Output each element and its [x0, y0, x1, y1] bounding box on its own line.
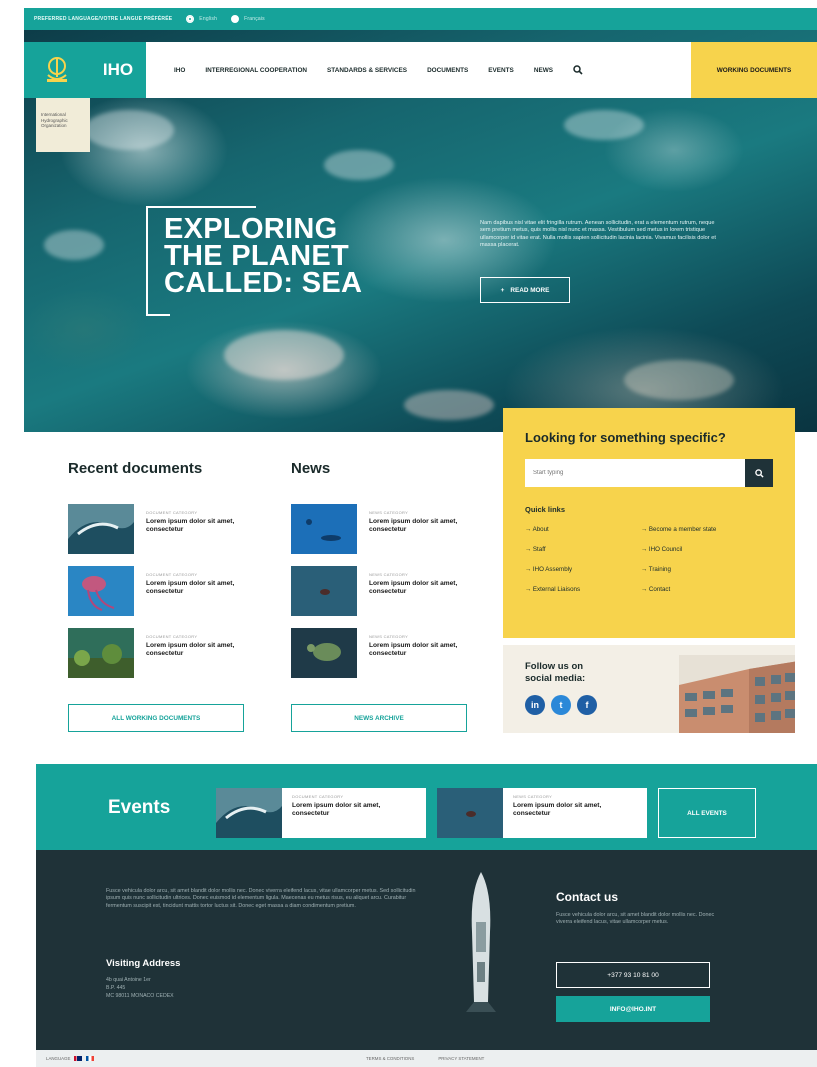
wave-thumbnail [68, 504, 134, 554]
visiting-address-title: Visiting Address [106, 958, 181, 969]
language-switcher: LANGUAGE [46, 1056, 95, 1061]
wave-thumbnail [216, 788, 282, 838]
footer: Fusce vehicula dolor arcu, sit amet blan… [36, 850, 817, 1050]
org-label: International Hydrographic Organization [36, 98, 90, 152]
search-input[interactable] [525, 459, 745, 487]
contact-title: Contact us [556, 890, 619, 904]
fish-thumbnail [291, 566, 357, 616]
iho-logo[interactable] [24, 42, 90, 98]
terms-link[interactable]: TERMS & CONDITIONS [366, 1056, 414, 1061]
page: PREFERRED LANGUAGE/VOTRE LANGUE PRÉFÉRÉE… [24, 8, 817, 1067]
quick-links-title: Quick links [525, 505, 566, 514]
contact-text: Fusce vehicula dolor arcu, sit amet blan… [556, 912, 715, 926]
search-button[interactable] [745, 459, 773, 487]
hero-title: EXPLORING THE PLANET CALLED: SEA [164, 213, 363, 299]
list-item[interactable]: DOCUMENT CATEGORY Lorem ipsum dolor sit a… [68, 504, 258, 554]
social-label: Follow us on social media: [525, 661, 586, 684]
list-item[interactable]: NEWS CATEGORY Lorem ipsum dolor sit amet,… [291, 566, 481, 616]
nav-item-iho[interactable]: IHO [174, 67, 185, 74]
facebook-icon[interactable]: f [577, 695, 597, 715]
bottom-bar: LANGUAGE TERMS & CONDITIONS PRIVACY STAT… [36, 1050, 817, 1067]
language-label: PREFERRED LANGUAGE/VOTRE LANGUE PRÉFÉRÉE [34, 16, 173, 22]
news-archive-button[interactable]: NEWS ARCHIVE [291, 704, 467, 732]
quick-link-council[interactable]: IHO Council [641, 546, 771, 553]
nav-item-news[interactable]: NEWS [534, 67, 553, 74]
building-photo [679, 655, 795, 733]
language-bar: PREFERRED LANGUAGE/VOTRE LANGUE PRÉFÉRÉE… [24, 8, 817, 30]
search-icon [754, 468, 764, 478]
turtle-thumbnail [291, 628, 357, 678]
quick-links: About Become a member state Staff IHO Co… [525, 526, 773, 593]
fish-thumbnail [437, 788, 503, 838]
linkedin-icon[interactable]: in [525, 695, 545, 715]
hero-text: Nam dapibus nisl vitae elit fringilla ru… [480, 220, 716, 249]
events-title: Events [108, 797, 171, 818]
event-card[interactable]: NEWS CATEGORY Lorem ipsum dolor sit amet,… [437, 788, 647, 838]
social-panel: Follow us on social media: in t f [503, 645, 795, 733]
nav-links: IHO INTERREGIONAL COOPERATION STANDARDS … [146, 42, 691, 98]
list-item[interactable]: DOCUMENT CATEGORY Lorem ipsum dolor sit a… [68, 566, 258, 616]
search-icon[interactable] [573, 65, 583, 75]
event-card[interactable]: DOCUMENT CATEGORY Lorem ipsum dolor sit a… [216, 788, 426, 838]
radio-selected-icon[interactable] [186, 15, 195, 23]
coral-reef-thumbnail [68, 628, 134, 678]
france-flag-icon[interactable] [86, 1056, 95, 1061]
quick-link-contact[interactable]: Contact [641, 586, 771, 593]
list-item[interactable]: DOCUMENT CATEGORY Lorem ipsum dolor sit a… [68, 628, 258, 678]
quick-link-liaisons[interactable]: External Liaisons [525, 586, 641, 593]
search-panel: Looking for something specific? Quick li… [503, 408, 795, 638]
uk-flag-icon[interactable] [74, 1056, 83, 1061]
all-working-documents-button[interactable]: ALL WORKING DOCUMENTS [68, 704, 244, 732]
jellyfish-thumbnail [68, 566, 134, 616]
radio-icon[interactable] [231, 15, 240, 23]
quick-link-assembly[interactable]: IHO Assembly [525, 566, 641, 573]
footer-links: TERMS & CONDITIONS PRIVACY STATEMENT [366, 1056, 484, 1061]
all-events-button[interactable]: ALL EVENTS [658, 788, 756, 838]
ship-photo [466, 872, 496, 1012]
quick-link-member-state[interactable]: Become a member state [641, 526, 771, 533]
news-title: News [291, 460, 331, 477]
language-option-english[interactable]: English [186, 15, 217, 23]
twitter-icon[interactable]: t [551, 695, 571, 715]
recent-documents-title: Recent documents [68, 460, 203, 477]
visiting-address: 4b quai Antoine 1er B.P. 445 MC 98011 MO… [106, 977, 174, 999]
nav-item-standards[interactable]: STANDARDS & SERVICES [327, 67, 407, 74]
logo-text[interactable]: IHO [90, 42, 146, 98]
email-button[interactable]: INFO@IHO.INT [556, 996, 710, 1022]
anchor-emblem-icon [47, 57, 67, 82]
language-label: LANGUAGE [46, 1056, 71, 1061]
events-section: Events DOCUMENT CATEGORY Lorem ipsum dolo… [36, 764, 817, 850]
read-more-button[interactable]: + READ MORE [480, 277, 570, 303]
working-documents-button[interactable]: WORKING DOCUMENTS [691, 42, 817, 98]
quick-link-about[interactable]: About [525, 526, 641, 533]
list-item[interactable]: NEWS CATEGORY Lorem ipsum dolor sit amet,… [291, 628, 481, 678]
diver-thumbnail [291, 504, 357, 554]
main-nav: IHO IHO INTERREGIONAL COOPERATION STANDA… [24, 42, 817, 98]
search-panel-title: Looking for something specific? [525, 430, 726, 445]
nav-item-documents[interactable]: DOCUMENTS [427, 67, 468, 74]
nav-item-events[interactable]: EVENTS [488, 67, 514, 74]
nav-item-interregional[interactable]: INTERREGIONAL COOPERATION [205, 67, 307, 74]
privacy-link[interactable]: PRIVACY STATEMENT [438, 1056, 484, 1061]
quick-link-staff[interactable]: Staff [525, 546, 641, 553]
phone-button[interactable]: +377 93 10 81 00 [556, 962, 710, 988]
quick-link-training[interactable]: Training [641, 566, 771, 573]
social-icons: in t f [525, 695, 597, 715]
language-option-french[interactable]: Français [231, 15, 265, 23]
footer-text: Fusce vehicula dolor arcu, sit amet blan… [106, 888, 416, 909]
list-item[interactable]: NEWS CATEGORY Lorem ipsum dolor sit amet,… [291, 504, 481, 554]
search-row [525, 459, 773, 487]
plus-icon: + [500, 286, 505, 294]
